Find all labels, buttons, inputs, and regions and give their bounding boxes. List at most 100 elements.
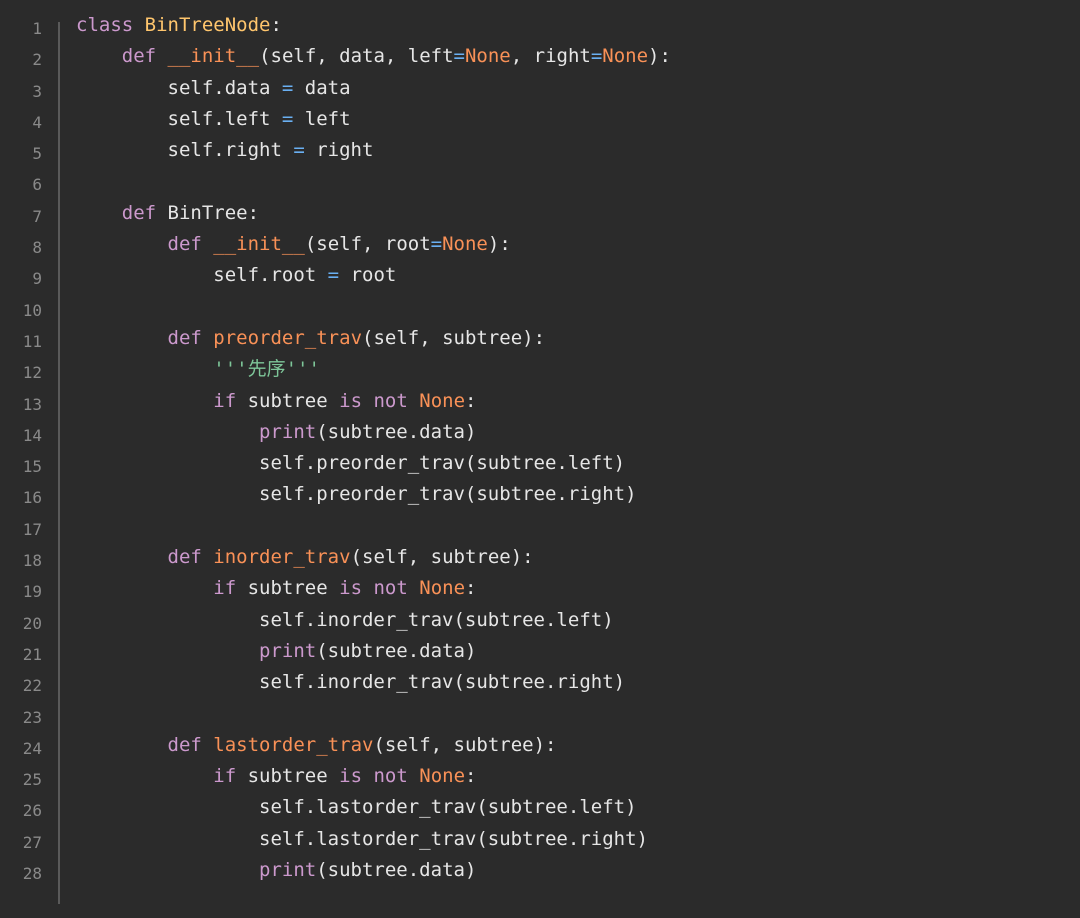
code-line: 2 def __init__(self, data, left=None, ri… — [0, 41, 1080, 72]
code-token-kw: not — [373, 577, 408, 600]
code-line: 27 self.lastorder_trav(subtree.right) — [0, 824, 1080, 855]
code-token-const: None — [419, 389, 466, 412]
code-line: 23 — [0, 699, 1080, 730]
code-line: 13 if subtree is not None: — [0, 386, 1080, 417]
code-token-kw: if — [213, 389, 237, 412]
code-token-fn: lastorder_trav — [213, 733, 374, 756]
code-line: 10 — [0, 292, 1080, 323]
line-number: 18 — [22, 551, 42, 571]
code-token-plain: self.inorder_trav(subtree.right) — [76, 671, 626, 694]
code-text: self.lastorder_trav(subtree.right) — [42, 824, 1080, 855]
code-token-plain: self.left — [76, 107, 282, 130]
code-token-plain: self.preorder_trav(subtree.right) — [76, 483, 637, 506]
line-number: 23 — [22, 707, 42, 727]
code-token-op: = — [453, 45, 465, 68]
code-token-const: None — [464, 45, 511, 68]
code-token-cls: BinTreeNode — [144, 14, 271, 36]
code-text: print(subtree.data) — [42, 855, 1080, 886]
code-line: 28 print(subtree.data) — [0, 855, 1080, 886]
code-token-plain: self.right — [76, 139, 294, 162]
code-line: 19 if subtree is not None: — [0, 573, 1080, 604]
code-line: 5 self.right = right — [0, 135, 1080, 166]
code-text: self.preorder_trav(subtree.left) — [42, 448, 1080, 479]
code-token-str: '''先序''' — [213, 358, 320, 381]
code-token-kw: is — [339, 577, 363, 600]
line-number: 21 — [22, 644, 42, 664]
code-token-kw: if — [213, 765, 237, 788]
code-text: if subtree is not None: — [42, 573, 1080, 604]
code-token-plain: BinTree: — [156, 201, 260, 224]
line-number: 8 — [32, 238, 42, 258]
code-token-kw: def — [121, 201, 157, 224]
code-token-plain: : — [270, 14, 282, 36]
code-line: 22 self.inorder_trav(subtree.right) — [0, 667, 1080, 698]
code-token-const: None — [602, 45, 649, 68]
code-token-fn: __init__ — [213, 233, 305, 256]
code-text: self.right = right — [42, 135, 1080, 166]
line-number: 14 — [22, 425, 42, 445]
code-text: self.left = left — [42, 104, 1080, 135]
code-token-kw: if — [213, 577, 237, 600]
code-line: 8 def __init__(self, root=None): — [0, 229, 1080, 260]
line-number: 2 — [32, 50, 42, 70]
code-token-kw: print — [259, 420, 317, 443]
code-text: def __init__(self, root=None): — [42, 229, 1080, 260]
line-number: 11 — [22, 331, 42, 351]
code-token-plain: (subtree.data) — [316, 639, 477, 662]
code-token-kw: def — [167, 733, 202, 756]
line-number: 22 — [22, 676, 42, 696]
code-token-kw: is — [339, 389, 363, 412]
code-text: self.inorder_trav(subtree.left) — [42, 605, 1080, 636]
code-token-op: = — [281, 107, 294, 130]
code-line: 11 def preorder_trav(self, subtree): — [0, 323, 1080, 354]
code-token-fn: inorder_trav — [213, 546, 351, 569]
line-number: 16 — [22, 488, 42, 508]
code-token-plain: , right — [510, 45, 591, 68]
line-number: 19 — [22, 582, 42, 602]
code-text: self.lastorder_trav(subtree.left) — [42, 792, 1080, 823]
code-token-op: = — [327, 264, 340, 287]
code-token-kw: class — [76, 14, 134, 36]
code-token-plain: left — [293, 107, 351, 130]
code-token-plain: self.root — [76, 264, 328, 287]
code-token-plain: : — [465, 765, 477, 788]
line-number: 1 — [32, 19, 42, 38]
code-line: 15 self.preorder_trav(subtree.left) — [0, 448, 1080, 479]
code-line: 7 def BinTree: — [0, 198, 1080, 229]
code-text: self.preorder_trav(subtree.right) — [42, 479, 1080, 510]
line-number: 13 — [22, 394, 42, 414]
code-token-const: None — [442, 233, 488, 256]
code-token-plain: self.data — [76, 76, 282, 99]
code-line: 16 self.preorder_trav(subtree.right) — [0, 479, 1080, 510]
code-token-kw: not — [373, 765, 408, 788]
code-token-plain: root — [339, 264, 397, 287]
code-line: 1 class BinTreeNode: — [0, 10, 1080, 41]
code-line: 14 print(subtree.data) — [0, 417, 1080, 448]
code-text: if subtree is not None: — [42, 761, 1080, 792]
code-token-kw: not — [373, 389, 408, 412]
code-text: def lastorder_trav(self, subtree): — [42, 730, 1080, 761]
line-number: 6 — [32, 175, 42, 195]
code-token-plain: subtree — [236, 389, 340, 412]
code-token-op: = — [281, 76, 294, 99]
code-line: 9 self.root = root — [0, 260, 1080, 291]
code-token-const: None — [419, 577, 466, 600]
code-token-kw: def — [121, 45, 157, 68]
line-number: 17 — [22, 519, 42, 539]
code-token-const: None — [419, 765, 466, 788]
code-text: def preorder_trav(self, subtree): — [42, 323, 1080, 354]
